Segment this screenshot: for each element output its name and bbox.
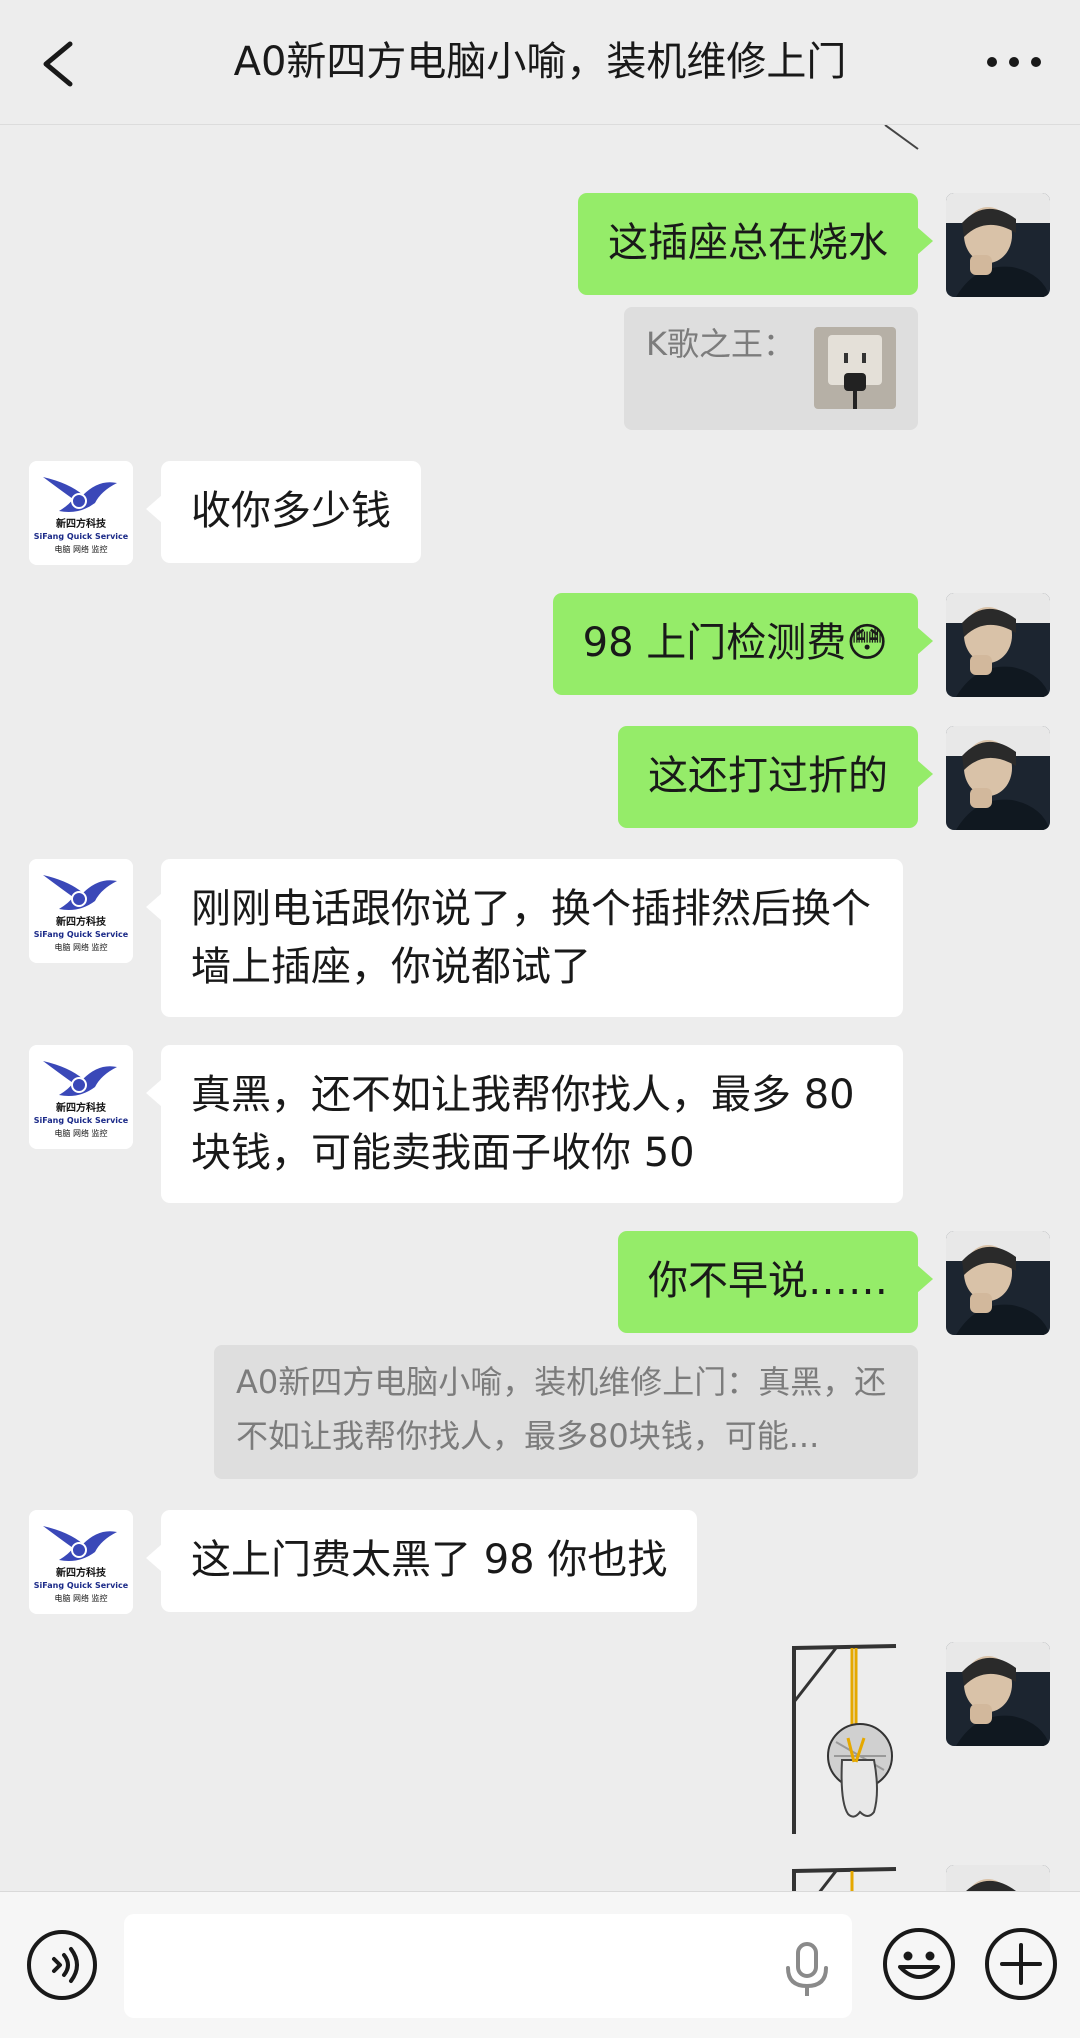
logo-text-en: SiFang Quick Service: [34, 1581, 129, 1590]
input-bar: [0, 1891, 1080, 2038]
chat-header: A0新四方电脑小喻，装机维修上门: [0, 0, 1080, 125]
avatar: [946, 1642, 1050, 1746]
logo-tagline: 电脑 网络 监控: [54, 942, 107, 952]
logo-text: 新四方科技: [56, 1101, 107, 1114]
plus-button[interactable]: [982, 1925, 1060, 2003]
back-button[interactable]: [30, 30, 90, 94]
self-avatar[interactable]: [946, 1642, 1050, 1746]
flushed-emoji-icon: 😳: [846, 620, 888, 666]
logo-text-en: SiFang Quick Service: [34, 1116, 129, 1125]
message-bubble[interactable]: 刚刚电话跟你说了，换个插排然后换个墙上插座，你说都试了: [146, 859, 903, 1017]
mic-icon[interactable]: [782, 1942, 832, 1998]
message-text: 98 上门检测费: [582, 620, 847, 666]
chat-title: A0新四方电脑小喻，装机维修上门: [233, 39, 847, 85]
self-avatar[interactable]: [946, 593, 1050, 697]
self-avatar[interactable]: [946, 1865, 1050, 1891]
message-bubble[interactable]: 这插座总在烧水: [578, 193, 933, 295]
hanging-figure-sticker[interactable]: [788, 1865, 906, 1891]
avatar: [946, 593, 1050, 697]
sticker-fragment: [884, 125, 919, 150]
logo-text-en: SiFang Quick Service: [34, 532, 129, 541]
message-bubble[interactable]: 真黑，还不如让我帮你找人，最多 80 块钱，可能卖我面子收你 50: [146, 1045, 903, 1203]
message-bubble[interactable]: 这还打过折的: [618, 726, 933, 828]
logo-text: 新四方科技: [56, 915, 107, 928]
avatar: [946, 193, 1050, 297]
message-bubble[interactable]: 这上门费太黑了 98 你也找: [145, 1510, 698, 1612]
quoted-message[interactable]: A0新四方电脑小喻，装机维修上门：真黑，还不如让我帮你找人，最多80块钱，可能.…: [214, 1345, 918, 1479]
socket-photo: [814, 327, 896, 409]
message-input[interactable]: [124, 1914, 852, 2018]
quoted-message[interactable]: K歌之王：: [624, 307, 918, 430]
message-bubble[interactable]: 收你多少钱: [146, 461, 421, 563]
peer-avatar[interactable]: 新四方科技 SiFang Quick Service 电脑 网络 监控: [29, 1510, 133, 1614]
sifang-logo-icon: 新四方科技 SiFang Quick Service 电脑 网络 监控: [29, 1045, 133, 1149]
avatar: [946, 726, 1050, 830]
sifang-logo-icon: 新四方科技 SiFang Quick Service 电脑 网络 监控: [29, 859, 133, 963]
more-button[interactable]: [974, 40, 1054, 84]
chevron-left-icon: [43, 41, 73, 87]
hanging-figure-sticker[interactable]: [788, 1642, 906, 1835]
logo-text: 新四方科技: [56, 1566, 107, 1579]
quote-text: K歌之王：: [646, 325, 795, 363]
peer-avatar[interactable]: 新四方科技 SiFang Quick Service 电脑 网络 监控: [29, 1045, 133, 1149]
message-list[interactable]: 这插座总在烧水 K歌之王： 新四方科技 SiFang Quick Service…: [0, 125, 1080, 1891]
logo-tagline: 电脑 网络 监控: [54, 1593, 107, 1603]
logo-text: 新四方科技: [56, 517, 107, 530]
avatar: [946, 1865, 1050, 1891]
peer-avatar[interactable]: 新四方科技 SiFang Quick Service 电脑 网络 监控: [29, 859, 133, 963]
message-bubble[interactable]: 98 上门检测费😳: [552, 593, 934, 695]
message-bubble[interactable]: 你不早说……: [618, 1231, 933, 1333]
sifang-logo-icon: 新四方科技 SiFang Quick Service 电脑 网络 监控: [29, 1510, 133, 1614]
quote-image: [814, 327, 896, 409]
logo-text-en: SiFang Quick Service: [34, 930, 129, 939]
logo-tagline: 电脑 网络 监控: [54, 1128, 107, 1138]
self-avatar[interactable]: [946, 193, 1050, 297]
avatar: [946, 1231, 1050, 1335]
voice-button[interactable]: [24, 1927, 100, 2003]
voice-icon: [27, 1930, 97, 2000]
plus-icon: [985, 1928, 1057, 2000]
more-dots-icon: [987, 57, 1041, 67]
peer-avatar[interactable]: 新四方科技 SiFang Quick Service 电脑 网络 监控: [29, 461, 133, 565]
self-avatar[interactable]: [946, 726, 1050, 830]
sifang-logo-icon: 新四方科技 SiFang Quick Service 电脑 网络 监控: [29, 461, 133, 565]
logo-tagline: 电脑 网络 监控: [54, 544, 107, 554]
emoji-icon: [883, 1928, 955, 2000]
emoji-button[interactable]: [880, 1925, 958, 2003]
self-avatar[interactable]: [946, 1231, 1050, 1335]
